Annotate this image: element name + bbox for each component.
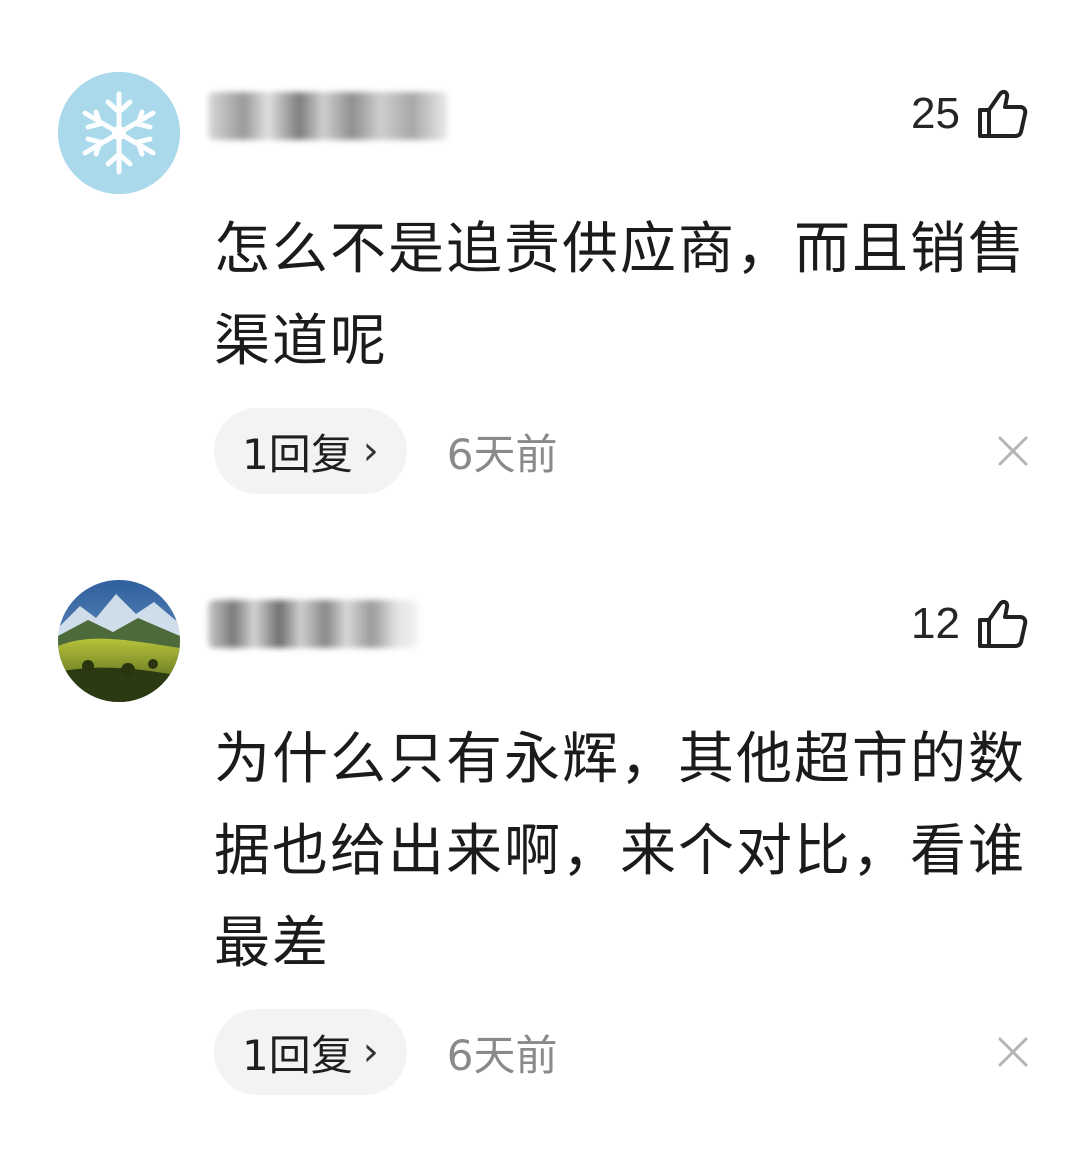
landscape-image [58, 580, 180, 702]
close-icon[interactable] [996, 1035, 1030, 1069]
thumbs-up-icon [974, 86, 1030, 142]
comment-text: 怎么不是追责供应商，而且销售渠道呢 [214, 217, 1026, 374]
comment-text: 为什么只有永辉，其他超市的数据也给出来啊，来个对比，看谁最差 [214, 727, 1026, 976]
comment-item: 12 为什么只有永辉，其他超市的数据也给出来啊，来个对比，看谁最差 1回复 › … [0, 540, 1080, 1159]
comment-time: 6天前 [446, 1030, 558, 1080]
snowflake-icon [58, 72, 180, 194]
reply-count: 1回复 [242, 1030, 353, 1080]
like-count: 12 [911, 599, 960, 648]
avatar[interactable] [58, 580, 180, 702]
chevron-right-icon: › [362, 428, 379, 474]
reply-count: 1回复 [242, 429, 353, 479]
username-blurred[interactable] [208, 600, 418, 648]
reply-button[interactable]: 1回复 › [214, 1009, 407, 1095]
username-blurred[interactable] [208, 92, 448, 140]
comment-meta: 1回复 › 6天前 [214, 1009, 1034, 1095]
like-button[interactable]: 12 [911, 596, 1030, 652]
close-icon[interactable] [996, 434, 1030, 468]
thumbs-up-icon [974, 596, 1030, 652]
like-count: 25 [911, 89, 960, 138]
reply-button[interactable]: 1回复 › [214, 408, 407, 494]
like-button[interactable]: 25 [911, 86, 1030, 142]
chevron-right-icon: › [362, 1029, 379, 1075]
avatar[interactable] [58, 72, 180, 194]
comment-meta: 1回复 › 6天前 [214, 408, 1034, 494]
comment-time: 6天前 [446, 429, 558, 479]
comment-item: 25 怎么不是追责供应商，而且销售渠道呢 1回复 › 6天前 [0, 0, 1080, 540]
